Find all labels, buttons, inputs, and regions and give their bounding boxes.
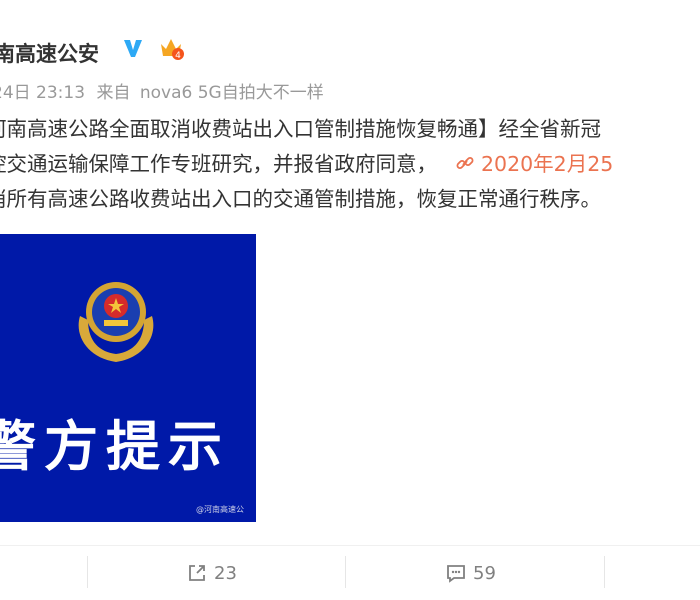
verified-icon: [124, 40, 142, 57]
source-prefix: 来自: [96, 83, 131, 103]
post-image[interactable]: 警方提示: [0, 234, 256, 522]
comment-button[interactable]: 59: [445, 560, 496, 586]
post-meta: 24日 23:13 来自 nova6 5G自拍大不一样: [0, 78, 324, 103]
post-text-line-2: 控交通运输保障工作专班研究，并报省政府同意， 2020年2月25: [0, 147, 700, 182]
divider: [0, 545, 700, 546]
crown-badge-icon[interactable]: 4: [158, 34, 185, 62]
image-watermark: @河南高速公: [196, 505, 244, 514]
post-link[interactable]: 2020年2月25: [455, 152, 613, 176]
link-icon: [456, 157, 474, 169]
svg-text:4: 4: [175, 51, 181, 61]
post-header: 南高速公安 4: [0, 28, 700, 68]
share-button[interactable]: 23: [186, 560, 237, 586]
post-body: 河南高速公路全面取消收费站出入口管制措施恢复畅通】经全省新冠 控交通运输保障工作…: [0, 112, 700, 217]
post-text-line-3: 消所有高速公路收费站出入口的交通管制措施，恢复正常通行秩序。: [0, 187, 601, 211]
share-icon: [189, 565, 205, 581]
police-emblem: [78, 282, 154, 362]
post-link-text: 2020年2月25: [481, 152, 614, 176]
image-caption: 警方提示: [0, 415, 230, 478]
post-time[interactable]: 24日 23:13: [0, 83, 85, 103]
action-bar: 23 59: [0, 552, 700, 596]
source-device: nova6 5G自拍大不一样: [139, 83, 324, 103]
author-name[interactable]: 南高速公安: [0, 38, 99, 68]
comment-icon: [447, 565, 465, 583]
comment-count: 59: [473, 562, 496, 584]
action-separator: [345, 556, 346, 588]
share-count: 23: [214, 562, 237, 584]
action-separator: [87, 556, 88, 588]
action-separator: [604, 556, 605, 588]
post-text-segment: 控交通运输保障工作专班研究，并报省政府同意，: [0, 152, 437, 176]
post-text-line-1: 河南高速公路全面取消收费站出入口管制措施恢复畅通】经全省新冠: [0, 117, 601, 141]
